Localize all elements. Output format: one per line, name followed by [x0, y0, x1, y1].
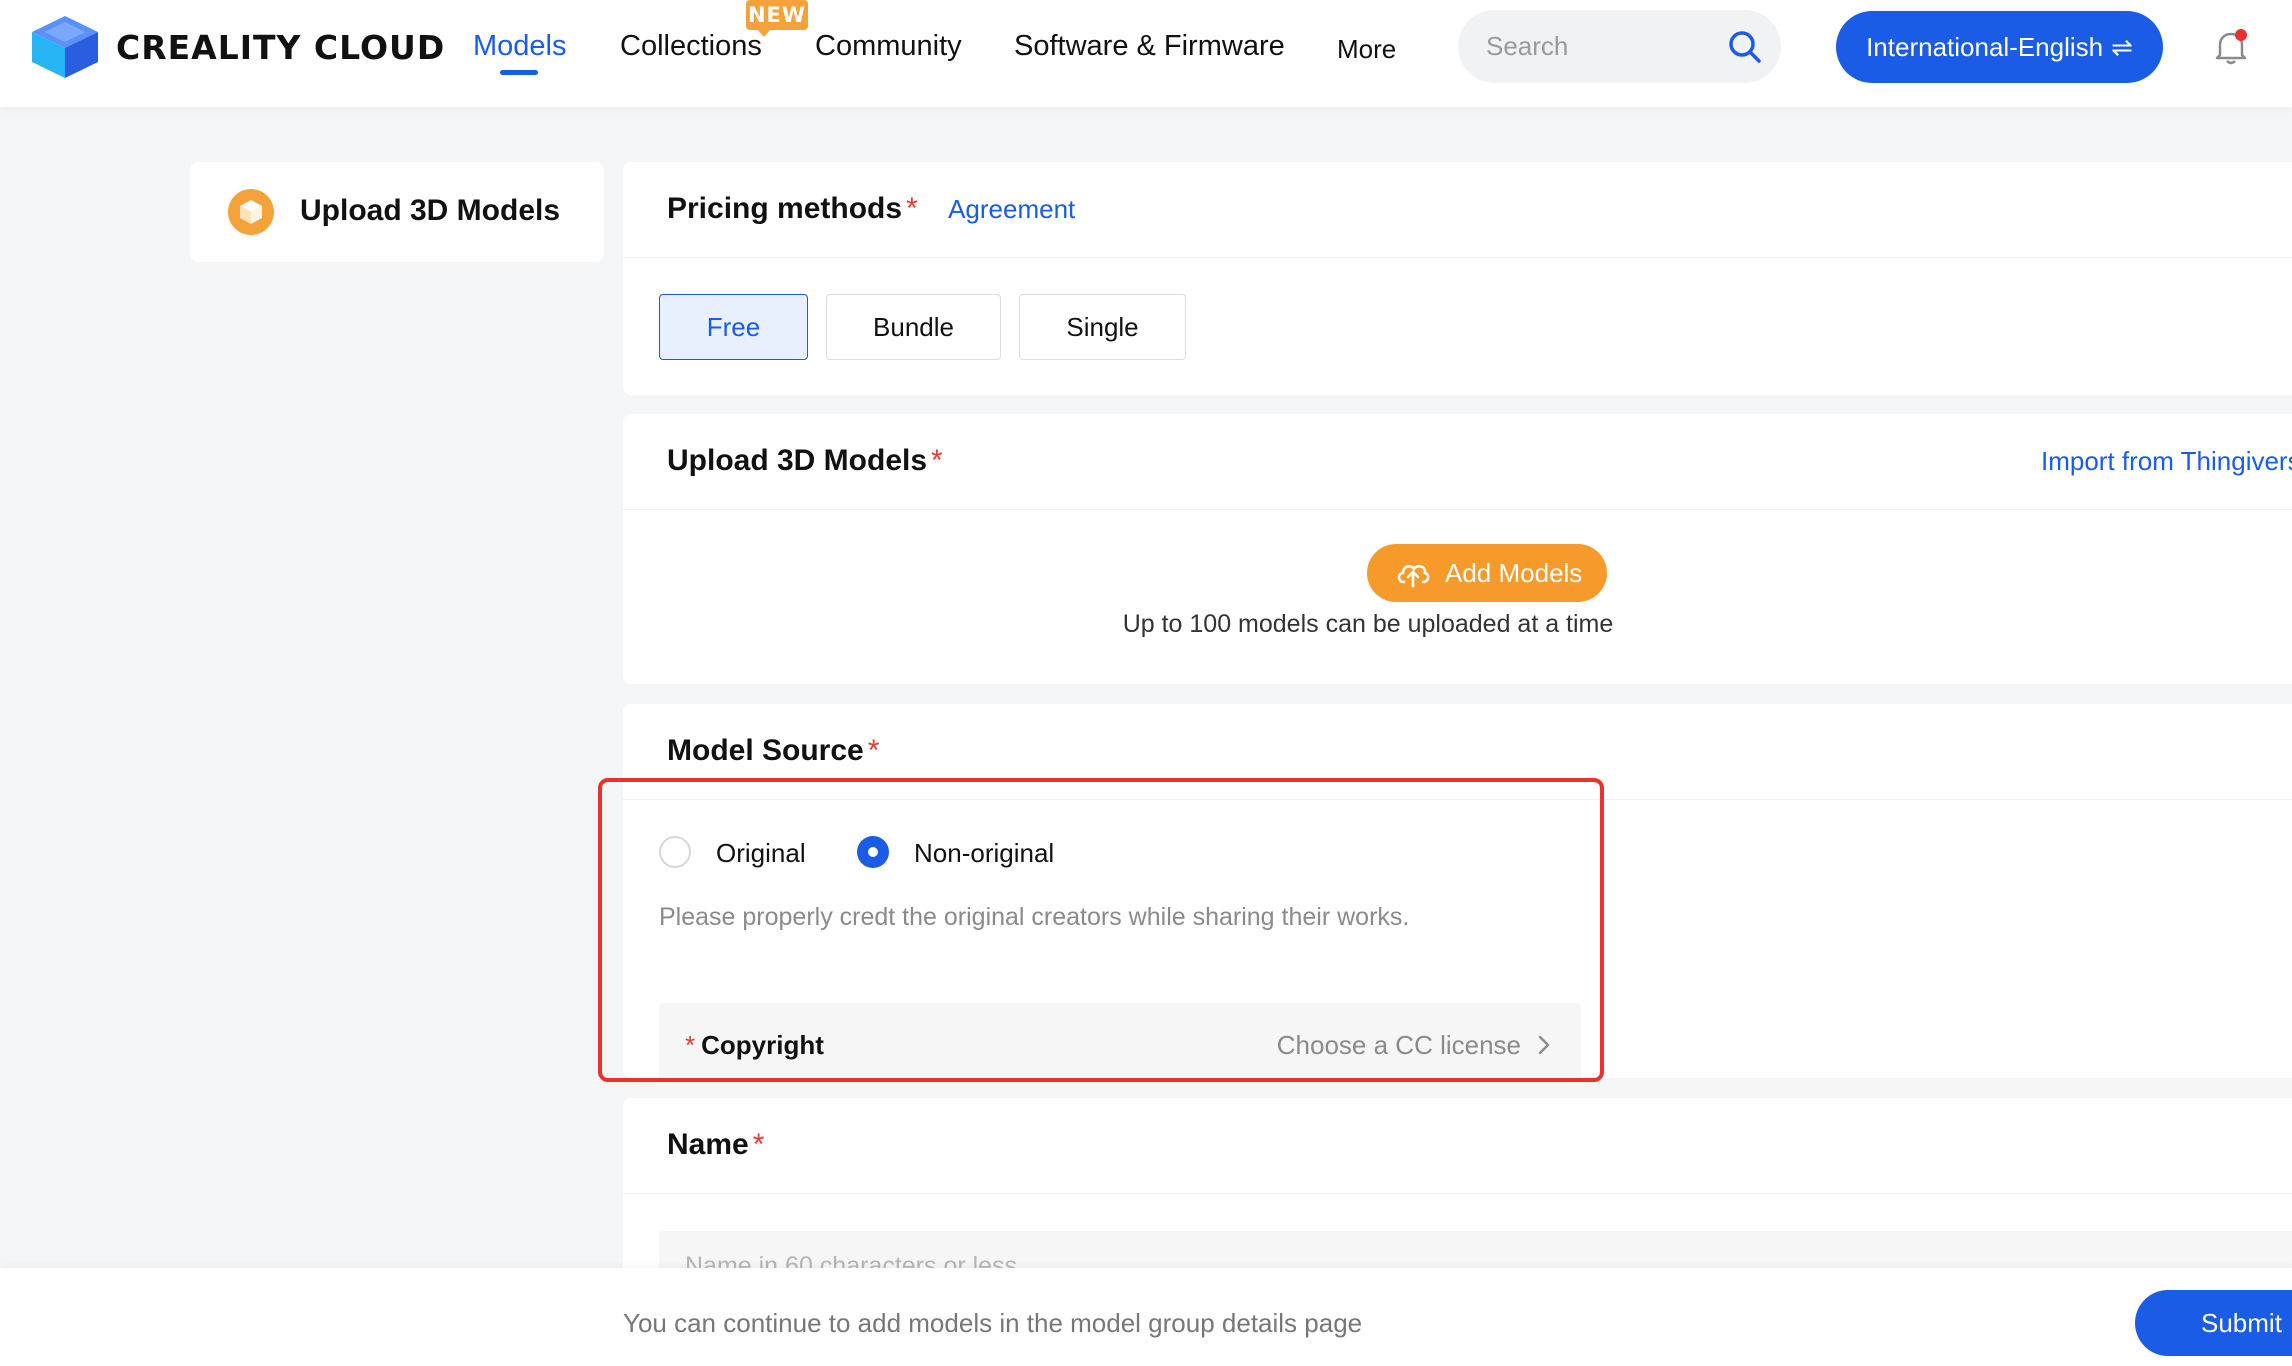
pricing-bundle-button[interactable]: Bundle: [826, 294, 1001, 360]
pricing-title: Pricing methods * Agreement: [667, 192, 1075, 226]
add-models-label: Add Models: [1445, 558, 1583, 588]
copyright-value: Choose a CC license: [1276, 1030, 1521, 1060]
chevron-right-icon: [1538, 1035, 1550, 1055]
model-source-title-text: Model Source: [667, 734, 864, 767]
footer-bar: You can continue to add models in the mo…: [0, 1268, 2292, 1366]
radio-original[interactable]: [659, 836, 691, 868]
nav-more[interactable]: More: [1337, 34, 1396, 65]
import-thingiverse-link[interactable]: Import from Thingiverse: [2041, 446, 2292, 477]
nav-software-firmware[interactable]: Software & Firmware: [1014, 30, 1285, 63]
divider: [623, 509, 2292, 510]
upload-limit-note: Up to 100 models can be uploaded at a ti…: [1122, 610, 1614, 638]
cloud-upload-icon: [1397, 564, 1430, 588]
search-input[interactable]: [1486, 10, 1716, 83]
copyright-selector[interactable]: * Copyright Choose a CC license: [659, 1003, 1581, 1085]
add-models-button[interactable]: Add Models: [1367, 544, 1607, 602]
brand-wordmark[interactable]: CREALITY CLOUD: [116, 28, 445, 67]
divider: [623, 257, 2292, 258]
pricing-title-text: Pricing methods: [667, 192, 903, 225]
nav-active-indicator: [500, 70, 538, 75]
upload-title-text: Upload 3D Models: [667, 444, 928, 477]
required-mark: *: [867, 734, 880, 767]
search-icon[interactable]: [1728, 30, 1762, 64]
creality-logo-icon[interactable]: [30, 14, 100, 80]
swap-icon: ⇌: [2111, 32, 2133, 62]
new-badge: NEW: [746, 0, 808, 37]
model-source-title: Model Source *: [667, 734, 879, 768]
required-mark: *: [906, 192, 918, 225]
footer-note: You can continue to add models in the mo…: [623, 1308, 1363, 1338]
language-button[interactable]: International-English ⇌: [1836, 11, 2163, 83]
nav-models[interactable]: Models: [473, 30, 567, 63]
copyright-label: * Copyright: [685, 1030, 824, 1061]
submit-button[interactable]: Submit: [2135, 1290, 2292, 1356]
radio-original-label[interactable]: Original: [716, 838, 806, 869]
language-label: International-English: [1866, 32, 2104, 62]
upload-title: Upload 3D Models *: [667, 444, 943, 478]
nav-collections[interactable]: Collections: [620, 30, 762, 63]
notification-bell-icon[interactable]: [2214, 28, 2248, 66]
pricing-card: Pricing methods * Agreement Free Bundle S…: [623, 162, 2292, 395]
required-mark: *: [752, 1128, 765, 1161]
package-icon: [228, 189, 274, 235]
top-header: CREALITY CLOUD Models Collections NEW Co…: [0, 0, 2292, 107]
divider: [623, 799, 2292, 800]
model-source-card: Model Source * Original Non-original Plea…: [623, 704, 2292, 1085]
agreement-link[interactable]: Agreement: [948, 194, 1075, 224]
required-mark: *: [685, 1030, 696, 1060]
name-title-text: Name: [667, 1128, 749, 1161]
credit-hint: Please properly credt the original creat…: [659, 903, 1410, 931]
pricing-single-button[interactable]: Single: [1019, 294, 1186, 360]
sidebar-upload-card[interactable]: Upload 3D Models: [190, 162, 604, 262]
copyright-label-text: Copyright: [701, 1030, 824, 1060]
nav-community[interactable]: Community: [815, 30, 962, 63]
radio-non-original-label[interactable]: Non-original: [914, 838, 1054, 869]
notification-dot: [2235, 29, 2247, 41]
sidebar-title: Upload 3D Models: [300, 194, 561, 227]
upload-card: Upload 3D Models * Import from Thingivers…: [623, 414, 2292, 684]
divider: [623, 1193, 2292, 1194]
name-title: Name *: [667, 1128, 764, 1162]
pricing-free-button[interactable]: Free: [659, 294, 808, 360]
radio-non-original[interactable]: [857, 836, 889, 868]
search-box: [1458, 10, 1781, 83]
required-mark: *: [931, 444, 943, 477]
